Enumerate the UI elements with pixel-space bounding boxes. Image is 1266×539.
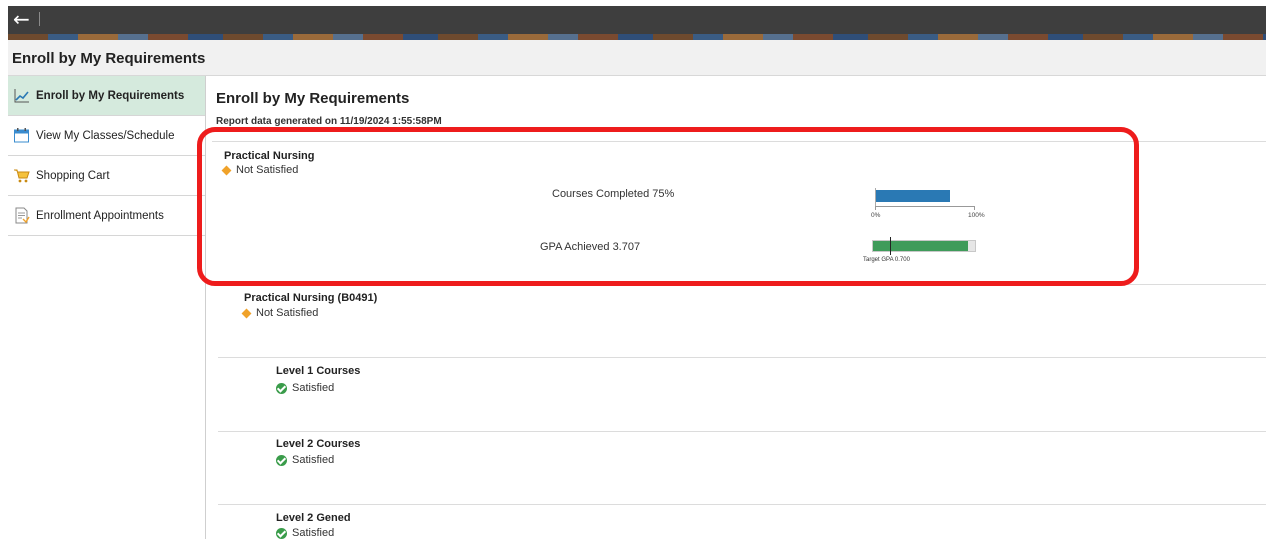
- sidebar-item-label: Enroll by My Requirements: [36, 89, 185, 102]
- appointment-document-icon: [15, 207, 30, 224]
- main-content: Enroll by My Requirements Report data ge…: [206, 76, 1266, 539]
- status-text: Not Satisfied: [236, 164, 299, 176]
- requirement-status: Satisfied: [276, 382, 334, 394]
- requirement-title: Practical Nursing (B0491): [244, 292, 378, 304]
- sidebar: Enroll by My Requirements View My Classe…: [8, 76, 206, 539]
- requirement-status: Satisfied: [276, 527, 334, 539]
- section-title: Enroll by My Requirements: [216, 90, 410, 107]
- satisfied-check-icon: [276, 527, 287, 539]
- courses-completed-fill: [876, 190, 950, 202]
- gpa-bar: [872, 240, 976, 252]
- satisfied-check-icon: [276, 454, 287, 466]
- status-text: Satisfied: [292, 382, 335, 394]
- requirement-title: Level 2 Courses: [276, 438, 361, 450]
- gpa-achieved-label: GPA Achieved 3.707: [540, 241, 641, 253]
- sidebar-item-label: Shopping Cart: [36, 169, 110, 182]
- divider: [218, 357, 1266, 358]
- courses-scale-axis: [875, 206, 975, 207]
- sidebar-item-enroll-by-requirements[interactable]: Enroll by My Requirements: [8, 76, 205, 116]
- status-text: Not Satisfied: [256, 307, 319, 319]
- report-generated-date: Report data generated on 11/19/2024 1:55…: [216, 116, 442, 127]
- scale-max-label: 100%: [968, 212, 985, 219]
- divider: [218, 504, 1266, 505]
- sidebar-item-label: View My Classes/Schedule: [36, 129, 175, 142]
- top-bar: ←: [8, 6, 1266, 40]
- not-satisfied-icon: [241, 308, 252, 318]
- status-text: Satisfied: [292, 454, 335, 466]
- shopping-cart-icon: [14, 169, 30, 183]
- courses-completed-bar: [875, 187, 975, 205]
- sidebar-item-label: Enrollment Appointments: [36, 209, 164, 222]
- requirement-status: Satisfied: [276, 454, 334, 466]
- gpa-fill: [873, 241, 968, 251]
- requirement-title: Level 2 Gened: [276, 512, 351, 524]
- sidebar-item-view-classes-schedule[interactable]: View My Classes/Schedule: [8, 116, 205, 156]
- back-arrow-icon[interactable]: ←: [13, 7, 30, 31]
- program-name: Practical Nursing: [224, 150, 315, 162]
- status-text: Satisfied: [292, 527, 335, 539]
- page-header: Enroll by My Requirements: [8, 40, 1266, 76]
- requirement-status: Not Satisfied: [240, 307, 318, 319]
- scale-tick-max: [974, 206, 975, 210]
- courses-completed-label: Courses Completed 75%: [552, 188, 675, 200]
- program-status: Not Satisfied: [220, 164, 298, 176]
- bar-baseline: [875, 188, 876, 206]
- chart-line-icon: [14, 89, 29, 103]
- requirement-title: Level 1 Courses: [276, 365, 361, 377]
- target-gpa-label: Target GPA 0.700: [863, 257, 910, 263]
- target-gpa-marker: [889, 237, 891, 255]
- toolbar-divider: [39, 12, 40, 26]
- not-satisfied-icon: [221, 165, 232, 175]
- sidebar-item-enrollment-appointments[interactable]: Enrollment Appointments: [8, 196, 205, 236]
- divider: [218, 284, 1266, 285]
- calendar-icon: [14, 128, 29, 143]
- sidebar-item-shopping-cart[interactable]: Shopping Cart: [8, 156, 205, 196]
- divider: [212, 141, 1266, 142]
- divider: [218, 431, 1266, 432]
- scale-tick-min: [875, 206, 876, 210]
- scale-min-label: 0%: [871, 212, 881, 219]
- page-title: Enroll by My Requirements: [12, 50, 206, 67]
- satisfied-check-icon: [276, 382, 287, 394]
